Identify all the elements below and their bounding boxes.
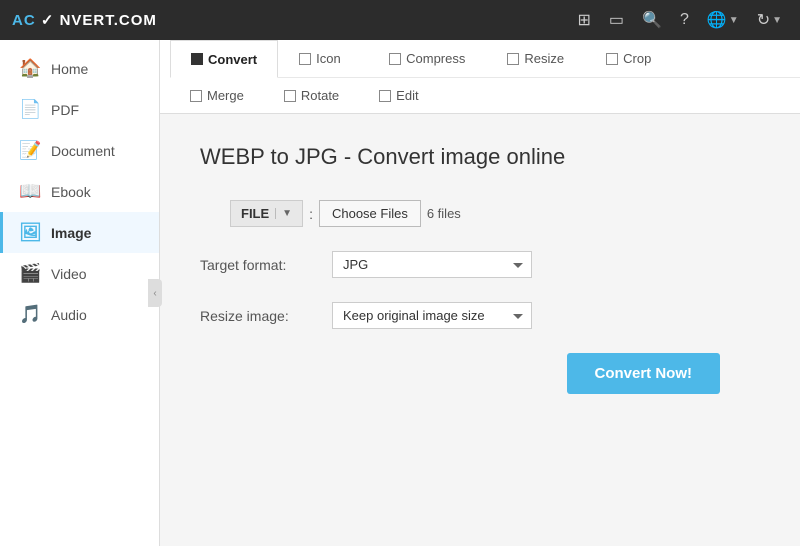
tab-crop-label: Crop xyxy=(623,51,651,66)
sidebar-item-image-label: Image xyxy=(51,225,91,241)
sidebar-item-video[interactable]: 🎬 Video xyxy=(0,253,159,294)
sidebar-collapse-btn[interactable]: ‹ xyxy=(148,279,162,307)
target-format-label: Target format: xyxy=(200,257,320,273)
sidebar-item-video-label: Video xyxy=(51,266,87,282)
sidebar-item-image[interactable]: 🖼 Image xyxy=(0,212,159,253)
file-type-label: FILE xyxy=(241,206,275,221)
file-input-group: FILE ▼ : Choose Files 6 files xyxy=(230,200,461,227)
sidebar-item-document[interactable]: 📝 Document xyxy=(0,130,159,171)
rotate-tab-icon xyxy=(284,90,296,102)
tab-convert[interactable]: Convert xyxy=(170,40,278,78)
navbar: AC ✓ NVERT.COM ⊞ ▭ 🔍 ? 🌐 ▼ ↻ ▼ xyxy=(0,0,800,40)
tab-crop[interactable]: Crop xyxy=(585,40,675,77)
sidebar: 🏠 Home 📄 PDF 📝 Document 📖 Ebook 🖼 Image … xyxy=(0,40,160,546)
tab-rotate-label: Rotate xyxy=(301,88,339,103)
sidebar-item-audio[interactable]: 🎵 Audio xyxy=(0,294,159,335)
navbar-icons: ⊞ ▭ 🔍 ? 🌐 ▼ ↻ ▼ xyxy=(572,6,789,34)
home-icon: 🏠 xyxy=(19,58,41,79)
tab-merge[interactable]: Merge xyxy=(170,82,264,109)
tab-merge-label: Merge xyxy=(207,88,244,103)
resize-tab-icon xyxy=(507,53,519,65)
sidebar-item-home[interactable]: 🏠 Home xyxy=(0,48,159,89)
ebook-icon: 📖 xyxy=(19,181,41,202)
tabs-row-2: Merge Rotate Edit xyxy=(170,78,800,113)
convert-now-label: Convert Now! xyxy=(595,365,693,382)
language-icon-btn[interactable]: 🌐 ▼ xyxy=(701,6,745,34)
colon-separator: : xyxy=(309,206,313,222)
mobile-icon-btn[interactable]: ▭ xyxy=(603,6,630,34)
choose-files-button[interactable]: Choose Files xyxy=(319,200,421,227)
grid-icon-btn[interactable]: ⊞ xyxy=(572,6,597,34)
tab-edit[interactable]: Edit xyxy=(359,82,449,109)
convert-button-row: Convert Now! xyxy=(200,353,760,394)
target-format-select[interactable]: JPG PNG WEBP GIF BMP TIFF PDF xyxy=(332,251,532,278)
page-title: WEBP to JPG - Convert image online xyxy=(200,144,760,170)
target-format-row: Target format: JPG PNG WEBP GIF BMP TIFF… xyxy=(200,251,760,278)
tab-compress[interactable]: Compress xyxy=(368,40,486,77)
document-icon: 📝 xyxy=(19,140,41,161)
edit-tab-icon xyxy=(379,90,391,102)
tab-compress-label: Compress xyxy=(406,51,465,66)
convert-now-button[interactable]: Convert Now! xyxy=(567,353,721,394)
sidebar-wrapper: 🏠 Home 📄 PDF 📝 Document 📖 Ebook 🖼 Image … xyxy=(0,40,160,546)
resize-image-label: Resize image: xyxy=(200,308,320,324)
compress-tab-icon xyxy=(389,53,401,65)
files-count-label: 6 files xyxy=(427,206,461,221)
tab-rotate[interactable]: Rotate xyxy=(264,82,359,109)
sidebar-item-pdf-label: PDF xyxy=(51,102,79,118)
tab-icon[interactable]: Icon xyxy=(278,40,368,77)
tabs-bar: Convert Icon Compress Resize Crop xyxy=(160,40,800,114)
tab-icon-label: Icon xyxy=(316,51,341,66)
sidebar-item-audio-label: Audio xyxy=(51,307,87,323)
content-area: WEBP to JPG - Convert image online FILE … xyxy=(160,114,800,546)
image-icon: 🖼 xyxy=(19,222,41,243)
file-type-button[interactable]: FILE ▼ xyxy=(230,200,303,227)
tabs-row-1: Convert Icon Compress Resize Crop xyxy=(170,40,800,78)
sidebar-item-document-label: Document xyxy=(51,143,115,159)
sidebar-item-home-label: Home xyxy=(51,61,88,77)
icon-tab-icon xyxy=(299,53,311,65)
pdf-icon: 📄 xyxy=(19,99,41,120)
convert-tab-icon xyxy=(191,53,203,65)
main-content: Convert Icon Compress Resize Crop xyxy=(160,40,800,546)
tab-resize[interactable]: Resize xyxy=(486,40,585,77)
merge-tab-icon xyxy=(190,90,202,102)
crop-tab-icon xyxy=(606,53,618,65)
brand-logo: AC ✓ NVERT.COM xyxy=(12,11,157,29)
video-icon: 🎬 xyxy=(19,263,41,284)
resize-image-select[interactable]: Keep original image size Custom size Sma… xyxy=(332,302,532,329)
help-icon-btn[interactable]: ? xyxy=(674,7,695,33)
sidebar-item-ebook-label: Ebook xyxy=(51,184,91,200)
refresh-icon-btn[interactable]: ↻ ▼ xyxy=(751,6,788,34)
resize-image-row: Resize image: Keep original image size C… xyxy=(200,302,760,329)
search-icon-btn[interactable]: 🔍 xyxy=(636,6,668,34)
sidebar-item-pdf[interactable]: 📄 PDF xyxy=(0,89,159,130)
file-upload-row: FILE ▼ : Choose Files 6 files xyxy=(200,200,760,227)
tab-convert-label: Convert xyxy=(208,52,257,67)
audio-icon: 🎵 xyxy=(19,304,41,325)
file-caret-icon: ▼ xyxy=(275,208,292,219)
layout: 🏠 Home 📄 PDF 📝 Document 📖 Ebook 🖼 Image … xyxy=(0,40,800,546)
tab-resize-label: Resize xyxy=(524,51,564,66)
choose-files-label: Choose Files xyxy=(332,206,408,221)
brand-text: ✓ NVERT.COM xyxy=(36,12,157,29)
sidebar-item-ebook[interactable]: 📖 Ebook xyxy=(0,171,159,212)
tab-edit-label: Edit xyxy=(396,88,418,103)
